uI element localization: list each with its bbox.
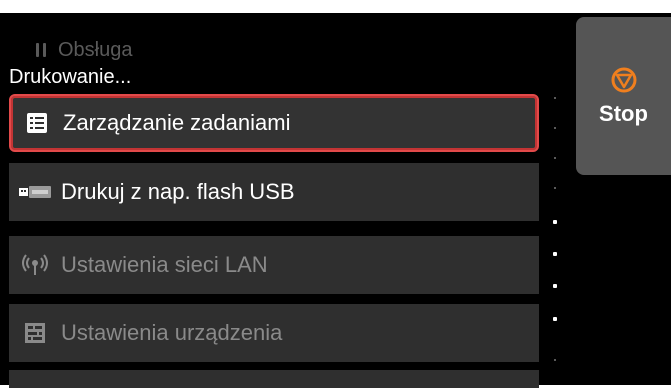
menu-item-partial [9,370,539,388]
stop-button[interactable]: Stop [576,17,671,175]
job-list-icon [11,112,63,134]
printing-status: Drukowanie... [9,66,132,88]
menu-item-job-management[interactable]: Zarządzanie zadaniami [9,94,539,152]
usb-icon [9,185,61,199]
wireless-icon [9,254,61,276]
printer-screen: Obsługa Drukowanie... Zarządzanie zadani… [0,13,671,388]
menu-item-label: Zarządzanie zadaniami [63,110,291,135]
menu-item-label: Drukuj z nap. flash USB [61,179,295,204]
menu-item-lan-settings[interactable]: Ustawienia sieci LAN [9,236,539,294]
maintenance-icon [34,41,48,59]
device-settings-icon [9,322,61,344]
stop-icon [610,66,638,99]
menu-item-usb-print[interactable]: Drukuj z nap. flash USB [9,163,539,221]
stop-label: Stop [599,100,648,126]
menu-item-device-settings[interactable]: Ustawienia urządzenia [9,304,539,362]
header-ghost: Obsługa [34,35,133,65]
menu-item-label: Ustawienia urządzenia [61,320,283,345]
header-ghost-title: Obsługa [58,39,133,61]
menu-item-label: Ustawienia sieci LAN [61,252,268,277]
